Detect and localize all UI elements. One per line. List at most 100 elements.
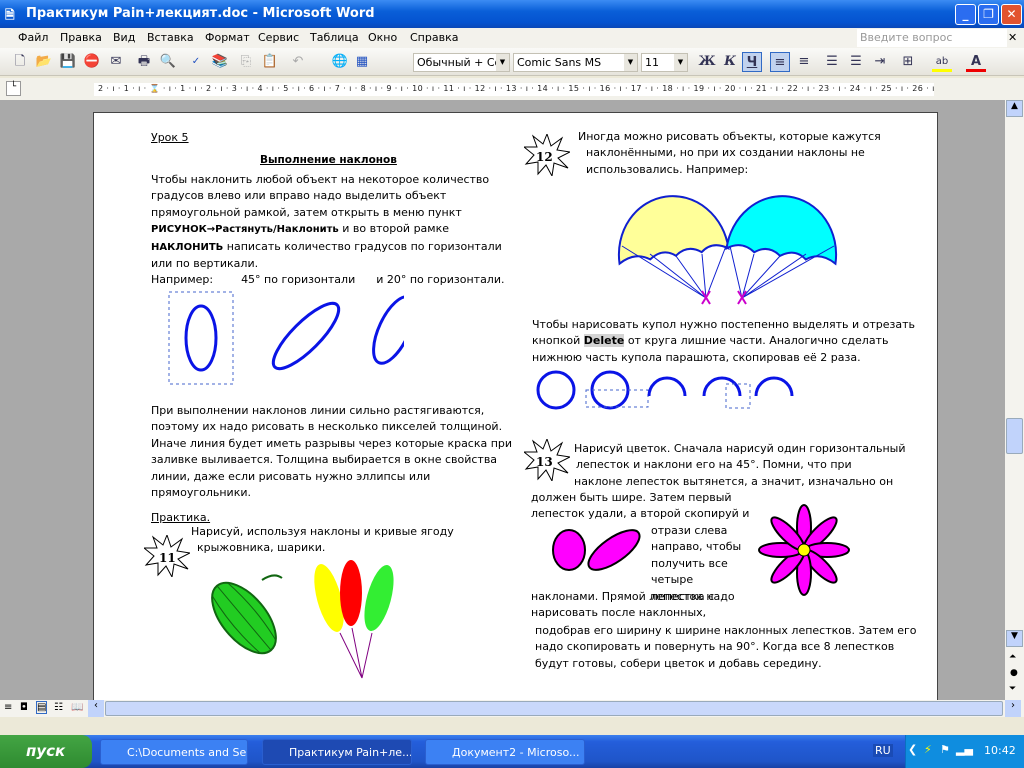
parachutes-figure xyxy=(617,195,838,305)
restore-button[interactable]: ❐ xyxy=(978,4,999,25)
text-line: поэтому их надо рисовать в несколько пик… xyxy=(151,420,503,434)
scroll-left-icon[interactable]: ‹ xyxy=(88,700,104,717)
task13-text-e: подобрав его ширину к ширине наклонных л… xyxy=(535,623,917,672)
paste-icon[interactable]: 📋 xyxy=(260,52,280,72)
taskbar-word-practicum[interactable]: Практикум Pain+ле... xyxy=(262,739,412,765)
text-line: лепесток и наклони его на 45°. Помни, чт… xyxy=(576,458,852,472)
task13-text: Нарисуй цветок. Сначала нарисуй один гор… xyxy=(574,441,906,490)
numbered-list-icon[interactable]: ☰ xyxy=(822,52,842,72)
web-view-icon[interactable]: ◘ xyxy=(20,702,28,713)
text-line: и во второй рамке xyxy=(338,222,449,236)
menu-tools[interactable]: Сервис xyxy=(258,31,299,44)
task-label: Практикум Pain+ле... xyxy=(289,746,412,759)
align-left-icon[interactable]: ≡ xyxy=(770,52,790,72)
borders-icon[interactable]: ⊞ xyxy=(898,52,918,72)
print-icon[interactable]: 🖶 xyxy=(134,52,154,72)
close-doc-icon[interactable]: ✕ xyxy=(1008,31,1017,44)
normal-view-icon[interactable]: ≡ xyxy=(4,702,12,713)
bulleted-list-icon[interactable]: ☰ xyxy=(846,52,866,72)
flower-center xyxy=(797,543,811,557)
taskbar-explorer[interactable]: C:\Documents and Se... xyxy=(100,739,248,765)
reading-view-icon[interactable]: 📖 xyxy=(71,702,83,713)
menu-insert[interactable]: Вставка xyxy=(147,31,194,44)
task12-text: Иногда можно рисовать объекты, которые к… xyxy=(578,129,881,178)
horizontal-scroll-thumb[interactable] xyxy=(105,701,1003,716)
taskbar: пуск C:\Documents and Se... Практикум Pa… xyxy=(0,735,1024,768)
minimize-button[interactable]: _ xyxy=(955,4,976,25)
menu-table[interactable]: Таблица xyxy=(310,31,359,44)
task13-text-b: должен быть шире. Затем первый лепесток … xyxy=(531,490,749,523)
signal-icon[interactable]: ▂▄ xyxy=(956,743,973,756)
style-select[interactable]: Обычный + Com ▼ xyxy=(413,53,510,72)
clock: 10:42 xyxy=(984,744,1016,757)
italic-button[interactable]: К xyxy=(720,52,740,72)
permission-icon[interactable]: ⛔ xyxy=(82,52,102,72)
horizontal-ruler[interactable]: 2 · ı · 1 · ı · ⌛ · ı · 1 · ı · 2 · ı · … xyxy=(94,83,934,96)
task-label: C:\Documents and Se... xyxy=(127,746,248,759)
task-number: 13 xyxy=(536,455,553,469)
menu-edit[interactable]: Правка xyxy=(60,31,102,44)
chevron-down-icon: ▼ xyxy=(624,54,637,71)
scroll-thumb[interactable] xyxy=(1006,418,1023,454)
tab-selector[interactable]: └ xyxy=(6,81,21,96)
table-icon[interactable]: ▦ xyxy=(352,52,372,72)
document-page[interactable]: Урок 5 Выполнение наклонов Чтобы наклони… xyxy=(93,112,938,712)
text-line: подобрав его ширину к ширине наклонных л… xyxy=(535,624,917,637)
word-app-icon: 🗎 xyxy=(5,8,15,22)
next-page-icon[interactable]: ⏷ xyxy=(1009,684,1016,694)
gooseberry xyxy=(211,581,277,655)
copy-icon[interactable]: ⎘ xyxy=(236,52,256,72)
close-button[interactable]: ✕ xyxy=(1001,4,1022,25)
skew-ellipses-figure xyxy=(168,291,404,385)
bold-button[interactable]: Ж xyxy=(697,52,717,72)
print-preview-icon[interactable]: 🔍 xyxy=(158,52,178,72)
text-line: крыжовника, шарики. xyxy=(197,541,326,555)
font-color-icon[interactable]: A xyxy=(966,52,986,72)
print-layout-view-icon[interactable]: ▤ xyxy=(36,701,48,714)
menu-view[interactable]: Вид xyxy=(113,31,135,44)
font-size-select[interactable]: 11 ▼ xyxy=(641,53,688,72)
new-doc-icon[interactable]: 🗋 xyxy=(10,52,30,72)
chevron-down-icon: ▼ xyxy=(496,54,509,71)
horizontal-scrollbar[interactable]: ≡ ◘ ▤ ☷ 📖 ‹ › xyxy=(0,700,1024,717)
prev-page-icon[interactable]: ⏶ xyxy=(1009,652,1016,662)
text-line: При выполнении наклонов линии сильно рас… xyxy=(151,404,485,417)
email-icon[interactable]: ✉ xyxy=(106,52,126,72)
text-line: нарисовать после наклонных, xyxy=(531,606,707,620)
scroll-up-icon[interactable]: ▲ xyxy=(1006,100,1023,117)
research-icon[interactable]: 📚 xyxy=(210,52,230,72)
highlight-icon[interactable]: ab xyxy=(932,52,952,72)
flag-icon[interactable]: ⚑ xyxy=(940,743,950,756)
text-line: Иначе линия будет иметь разрывы через ко… xyxy=(151,436,513,450)
scroll-right-icon[interactable]: › xyxy=(1005,700,1021,717)
text-line: Чтобы наклонить любой объект на некоторо… xyxy=(151,173,490,186)
taskbar-word-doc2[interactable]: Документ2 - Microso... xyxy=(425,739,585,765)
paragraph-canopy: Чтобы нарисовать купол нужно постепенно … xyxy=(532,317,915,366)
start-button[interactable]: пуск xyxy=(0,735,92,768)
undo-icon[interactable]: ↶ xyxy=(288,52,308,72)
indent-icon[interactable]: ⇥ xyxy=(870,52,890,72)
underline-button[interactable]: Ч xyxy=(742,52,762,72)
open-icon[interactable]: 📂 xyxy=(34,52,54,72)
outline-view-icon[interactable]: ☷ xyxy=(54,702,63,713)
scroll-down-icon[interactable]: ▼ xyxy=(1006,630,1023,647)
text-line: нижнюю часть купола парашюта, скопировав… xyxy=(532,350,861,364)
font-size-value: 11 xyxy=(645,56,659,69)
menu-help[interactable]: Справка xyxy=(410,31,458,44)
text-line: заливке выливается. Толщина выбирается в… xyxy=(151,453,498,467)
save-icon[interactable]: 💾 xyxy=(58,52,78,72)
align-center-icon[interactable]: ≡ xyxy=(794,52,814,72)
language-indicator[interactable]: RU xyxy=(873,744,893,757)
spelling-icon[interactable]: ✓ xyxy=(186,52,206,72)
text-line: должен быть шире. Затем первый xyxy=(531,491,732,504)
menu-window[interactable]: Окно xyxy=(368,31,397,44)
menu-format[interactable]: Формат xyxy=(205,31,250,44)
font-select[interactable]: Comic Sans MS ▼ xyxy=(513,53,638,72)
help-search-input[interactable]: Введите вопрос xyxy=(857,29,1007,47)
browse-object-icon[interactable]: ● xyxy=(1010,668,1018,678)
menu-file[interactable]: Файл xyxy=(18,31,48,44)
vertical-scrollbar[interactable]: ▲ ▼ ⏶ ● ⏷ xyxy=(1005,100,1024,700)
power-icon[interactable]: ⚡ xyxy=(924,743,932,756)
hyperlink-icon[interactable]: 🌐 xyxy=(330,52,350,72)
show-hidden-icons[interactable]: ❮ xyxy=(908,743,917,756)
